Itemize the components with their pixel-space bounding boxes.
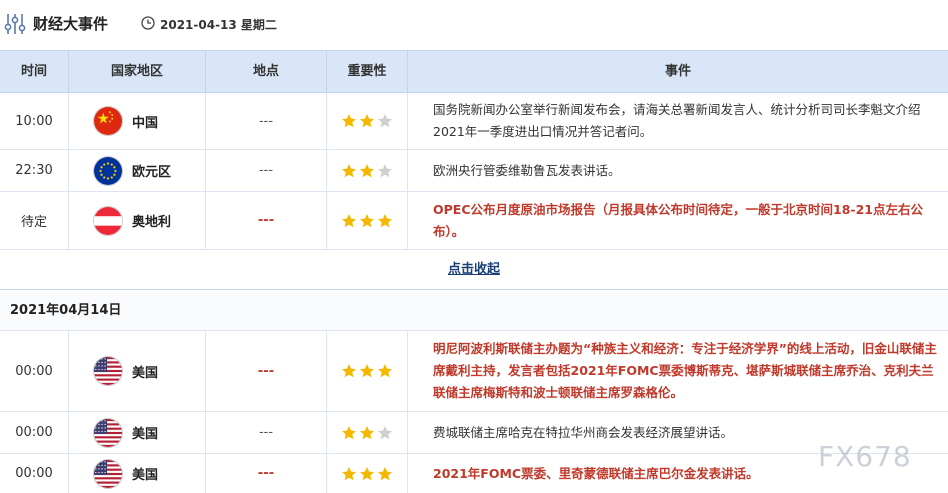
star-filled-icon <box>341 213 357 229</box>
star-filled-icon <box>359 466 375 482</box>
table-row: 00:00 美国 --- 明尼阿波利斯联储主办题为“种族主义和经济：专注于经济学… <box>0 331 948 412</box>
event-country: 奥地利 <box>69 192 206 249</box>
star-empty-icon <box>377 425 393 441</box>
country-name: 美国 <box>132 427 159 442</box>
austria-flag-icon <box>93 205 123 236</box>
clock-icon <box>141 16 155 30</box>
top-bar: 财经大事件 2021-04-13 星期二 <box>0 0 948 50</box>
event-location: --- <box>206 192 327 249</box>
importance-stars <box>327 454 408 493</box>
star-filled-icon <box>341 363 357 379</box>
importance-stars <box>327 192 408 249</box>
china-flag-icon <box>93 106 123 136</box>
calendar-filter-icon <box>4 14 26 34</box>
column-header-time: 时间 <box>0 51 69 92</box>
event-time: 10:00 <box>0 93 69 149</box>
event-country: 中国 <box>69 93 206 149</box>
star-filled-icon <box>341 425 357 441</box>
star-filled-icon <box>359 213 375 229</box>
event-time: 22:30 <box>0 150 69 191</box>
table-row: 22:30 欧元区 --- 欧洲央行管委维勒鲁瓦发表讲话。 <box>0 150 948 192</box>
event-location: --- <box>206 150 327 191</box>
collapse-bar: 点击收起 <box>0 250 948 290</box>
event-description: 明尼阿波利斯联储主办题为“种族主义和经济：专注于经济学界”的线上活动，旧金山联储… <box>433 341 937 400</box>
star-filled-icon <box>341 163 357 179</box>
event-time: 00:00 <box>0 454 69 493</box>
star-empty-icon <box>377 113 393 129</box>
event-description: 欧洲央行管委维勒鲁瓦发表讲话。 <box>433 162 621 178</box>
table-header: 时间 国家地区 地点 重要性 事件 <box>0 50 948 93</box>
star-filled-icon <box>377 466 393 482</box>
event-country: 美国 <box>69 412 206 453</box>
event-location: --- <box>206 93 327 149</box>
country-name: 奥地利 <box>132 215 172 230</box>
star-empty-icon <box>377 163 393 179</box>
country-name: 欧元区 <box>132 165 172 180</box>
star-filled-icon <box>359 363 375 379</box>
star-filled-icon <box>359 113 375 129</box>
table-row: 待定 奥地利 --- OPEC公布月度原油市场报告（月报具体公布时间待定，一般于… <box>0 192 948 250</box>
event-country: 美国 <box>69 454 206 493</box>
star-filled-icon <box>377 213 393 229</box>
event-description: 国务院新闻办公室举行新闻发布会，请海关总署新闻发言人、统计分析司司长李魁文介绍2… <box>433 102 921 139</box>
event-location: --- <box>206 331 327 411</box>
day-header: 2021年04月14日 <box>0 291 948 331</box>
table-row: 00:00 美国 --- 费城联储主席哈克在特拉华州商会发表经济展望讲话。 <box>0 412 948 454</box>
importance-stars <box>327 412 408 453</box>
importance-stars <box>327 331 408 411</box>
current-date: 2021-04-13 星期二 <box>160 18 277 32</box>
country-name: 美国 <box>132 365 159 381</box>
event-description: OPEC公布月度原油市场报告（月报具体公布时间待定，一般于北京时间18-21点左… <box>433 201 923 239</box>
collapse-link[interactable]: 点击收起 <box>448 262 500 277</box>
page-title: 财经大事件 <box>33 15 109 33</box>
country-name: 中国 <box>132 115 159 131</box>
column-header-importance: 重要性 <box>327 51 408 92</box>
column-header-event: 事件 <box>664 64 691 79</box>
importance-stars <box>327 93 408 149</box>
usa-flag-icon <box>93 356 123 386</box>
eu-flag-icon <box>93 155 123 186</box>
importance-stars <box>327 150 408 191</box>
column-header-location: 地点 <box>206 51 327 92</box>
star-filled-icon <box>341 113 357 129</box>
event-country: 美国 <box>69 331 206 411</box>
event-time: 00:00 <box>0 412 69 453</box>
table-row: 10:00 中国 --- 国务院新闻办公室举行新闻发布会，请海关总署新闻发言人、… <box>0 93 948 150</box>
event-location: --- <box>206 454 327 493</box>
usa-flag-icon <box>93 417 123 448</box>
column-header-country: 国家地区 <box>69 51 206 92</box>
country-name: 美国 <box>132 468 159 483</box>
event-time: 00:00 <box>0 331 69 411</box>
star-filled-icon <box>377 363 393 379</box>
event-country: 欧元区 <box>69 150 206 191</box>
event-location: --- <box>206 412 327 453</box>
usa-flag-icon <box>93 458 123 489</box>
star-filled-icon <box>359 425 375 441</box>
watermark-logo: FX678 <box>818 440 912 473</box>
event-time: 待定 <box>0 192 69 249</box>
star-filled-icon <box>359 163 375 179</box>
table-row: 00:00 美国 --- 2021年FOMC票委、里奇蒙德联储主席巴尔金发表讲话… <box>0 454 948 493</box>
star-filled-icon <box>341 466 357 482</box>
